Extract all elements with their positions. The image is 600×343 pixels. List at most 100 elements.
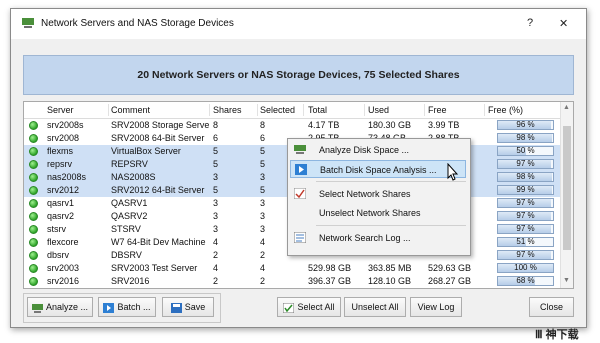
cell-selected: 8 (260, 120, 266, 130)
col-comment[interactable]: Comment (111, 105, 150, 115)
status-online-icon (29, 121, 38, 130)
cell-comment: W7 64-Bit Dev Machine (111, 237, 206, 247)
scroll-up-icon[interactable]: ▲ (563, 104, 570, 111)
cell-comment: QASRV2 (111, 211, 148, 221)
free-percent-text: 100 % (514, 263, 537, 272)
cell-selected: 2 (260, 276, 266, 286)
title-bar: Network Servers and NAS Storage Devices … (11, 9, 586, 39)
free-percent-text: 50 % (516, 146, 535, 155)
cell-server: srv2016 (47, 276, 80, 286)
cell-selected: 4 (260, 263, 266, 273)
cell-total: 529.98 GB (308, 263, 352, 273)
status-online-icon (29, 147, 38, 156)
cell-server: stsrv (47, 224, 66, 234)
cell-used: 363.85 MB (368, 263, 412, 273)
status-online-icon (29, 160, 38, 169)
menu-item-batch-analysis[interactable]: Batch Disk Space Analysis ... (290, 160, 466, 178)
cell-shares: 3 (213, 172, 219, 182)
free-percent-text: 98 % (516, 172, 535, 181)
menu-item-select-shares[interactable]: Select Network Shares (290, 185, 466, 203)
free-percent-text: 97 % (516, 224, 535, 233)
menu-label: Analyze Disk Space ... (319, 145, 410, 155)
status-online-icon (29, 251, 38, 260)
table-row[interactable] (24, 288, 560, 289)
select-all-button[interactable]: Select All (277, 297, 341, 317)
menu-item-search-log[interactable]: Network Search Log ... (290, 229, 466, 247)
col-server[interactable]: Server (47, 105, 74, 115)
cell-server: dbsrv (47, 250, 70, 260)
batch-label: Batch ... (117, 302, 151, 312)
cell-used: 128.10 GB (368, 276, 412, 286)
free-percent-text: 97 % (516, 250, 535, 259)
status-online-icon (29, 186, 38, 195)
free-percent-bar: 97 % (497, 224, 554, 234)
table-row[interactable]: srv2003 SRV2003 Test Server 4 4 529.98 GB 363… (24, 262, 560, 275)
status-online-icon (29, 199, 38, 208)
cell-server: srv2012 (47, 185, 80, 195)
vertical-scrollbar[interactable]: ▲ ▼ (560, 102, 573, 288)
status-online-icon (29, 225, 38, 234)
save-button[interactable]: Save (162, 297, 214, 317)
free-percent-text: 96 % (516, 120, 535, 129)
cell-server: srv2008 (47, 133, 80, 143)
batch-button[interactable]: Batch ... (98, 297, 156, 317)
cell-shares: 5 (213, 159, 219, 169)
window-title: Network Servers and NAS Storage Devices (41, 18, 234, 29)
free-percent-text: 97 % (516, 211, 535, 220)
col-free-pct[interactable]: Free (%) (488, 105, 523, 115)
cell-shares: 5 (213, 185, 219, 195)
list-header: Server Comment Shares Selected Total Use… (24, 102, 560, 119)
free-percent-bar: 97 % (497, 211, 554, 221)
close-window-button[interactable]: ✕ (559, 17, 568, 30)
table-row[interactable]: srv2016 SRV2016 2 2 396.37 GB 128.10 GB 268.27… (24, 275, 560, 288)
menu-item-analyze-disk-space[interactable]: Analyze Disk Space ... (290, 141, 466, 159)
close-button[interactable]: Close (529, 297, 574, 317)
scroll-thumb[interactable] (563, 126, 571, 250)
log-icon (294, 232, 306, 243)
scroll-down-icon[interactable]: ▼ (563, 277, 570, 284)
cell-free: 268.27 GB (428, 276, 472, 286)
cell-shares: 4 (213, 237, 219, 247)
cell-shares: 6 (213, 133, 219, 143)
free-percent-text: 68 % (516, 276, 535, 285)
free-percent-bar: 97 % (497, 250, 554, 260)
help-button[interactable]: ? (527, 17, 533, 29)
cell-used: 180.30 GB (368, 120, 412, 130)
select-all-label: Select All (297, 302, 335, 312)
analyze-button[interactable]: Analyze ... (27, 297, 93, 317)
col-shares[interactable]: Shares (213, 105, 242, 115)
cell-server: srv2008s (47, 120, 84, 130)
save-label: Save (184, 302, 206, 312)
menu-label: Unselect Network Shares (319, 208, 421, 218)
unselect-all-button[interactable]: Unselect All (344, 297, 406, 317)
col-total[interactable]: Total (308, 105, 327, 115)
status-online-icon (29, 277, 38, 286)
batch-play-icon (295, 164, 307, 175)
free-percent-text: 97 % (516, 159, 535, 168)
cell-shares: 3 (213, 224, 219, 234)
col-selected[interactable]: Selected (260, 105, 295, 115)
menu-item-unselect-shares[interactable]: Unselect Network Shares (290, 204, 466, 222)
close-label: Close (539, 302, 563, 312)
checkmark-list-icon (294, 188, 306, 199)
free-percent-bar: 100 % (497, 263, 554, 273)
cell-shares: 2 (213, 276, 219, 286)
status-online-icon (29, 134, 38, 143)
menu-label: Select Network Shares (319, 189, 411, 199)
col-free[interactable]: Free (428, 105, 447, 115)
free-percent-bar: 98 % (497, 133, 554, 143)
free-percent-text: 98 % (516, 133, 535, 142)
cell-comment: DBSRV (111, 250, 142, 260)
status-online-icon (29, 173, 38, 182)
free-percent-bar: 68 % (497, 276, 554, 286)
status-online-icon (29, 212, 38, 221)
free-percent-text: 99 % (516, 185, 535, 194)
cell-shares: 4 (213, 263, 219, 273)
col-used[interactable]: Used (368, 105, 389, 115)
cell-comment: SRV2008 Storage Server (111, 120, 209, 130)
view-log-button[interactable]: View Log (410, 297, 462, 317)
cell-server: nas2008s (47, 172, 87, 182)
cell-shares: 2 (213, 250, 219, 260)
menu-separator (316, 225, 466, 226)
table-row[interactable]: srv2008s SRV2008 Storage Server 8 8 4.17 TB 1… (24, 119, 560, 132)
